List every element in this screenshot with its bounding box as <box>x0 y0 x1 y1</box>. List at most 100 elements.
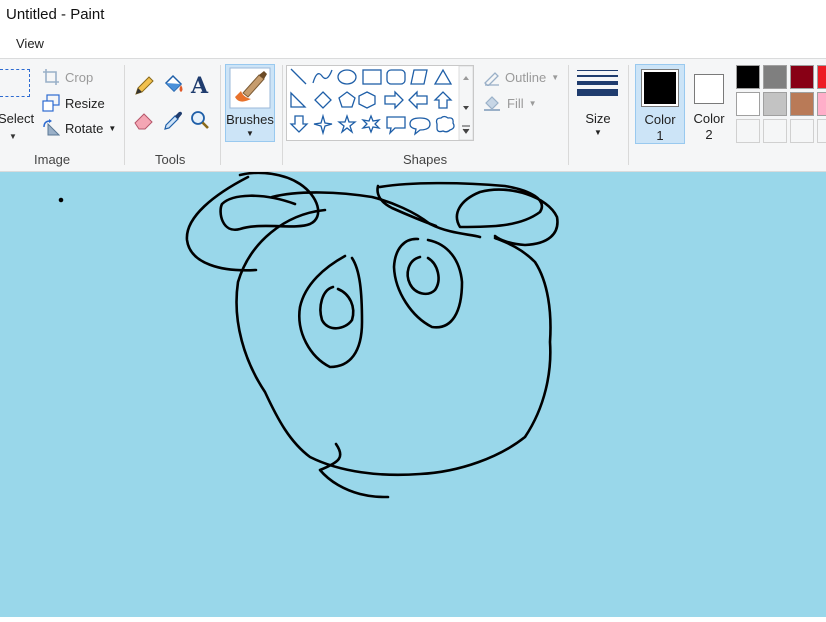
pencil-icon[interactable] <box>133 75 155 97</box>
resize-button[interactable]: Resize <box>42 94 105 112</box>
rounded-rectangle-shape-icon <box>386 69 406 85</box>
five-point-star-shape-icon <box>337 113 357 134</box>
size-dropdown-arrow-icon: ▼ <box>594 128 602 137</box>
menu-bar: View <box>0 30 826 58</box>
crop-icon <box>43 69 59 85</box>
fill-label: Fill <box>507 95 524 111</box>
drawing <box>58 171 559 499</box>
stroke-left-ear-outer <box>185 175 258 272</box>
tools-group-label: Tools <box>155 152 186 167</box>
stroke-left-ear-lobe <box>219 171 320 231</box>
left-arrow-shape-icon <box>408 90 428 110</box>
stroke-left-eye-inner <box>319 285 355 330</box>
right-triangle-shape-icon <box>290 91 307 108</box>
color1-label-line2: 1 <box>656 128 664 143</box>
palette-swatch[interactable] <box>763 119 787 143</box>
size-lines-icon <box>577 70 618 96</box>
palette-swatch[interactable] <box>736 65 760 89</box>
fill-dropdown-arrow-icon: ▼ <box>528 98 537 108</box>
color2-swatch <box>697 77 721 101</box>
palette-swatch[interactable] <box>790 65 814 89</box>
select-label: Select <box>0 111 35 126</box>
separator <box>220 65 221 165</box>
palette-swatch[interactable] <box>763 65 787 89</box>
size-button[interactable]: Size ▼ <box>574 64 622 149</box>
resize-icon <box>42 94 60 112</box>
stroke-right-eye-outer <box>392 237 464 329</box>
size-label: Size <box>585 111 611 126</box>
color-picker-icon[interactable] <box>162 109 184 131</box>
palette-swatch[interactable] <box>817 65 826 89</box>
crop-button[interactable]: Crop <box>42 68 93 86</box>
curve-shape-icon <box>312 69 333 84</box>
down-arrow-shape-icon <box>289 115 309 133</box>
drawing-canvas[interactable] <box>0 171 826 617</box>
four-point-star-shape-icon <box>313 113 333 136</box>
separator <box>282 65 283 165</box>
separator <box>628 65 629 165</box>
up-arrow-shape-icon <box>433 91 453 109</box>
color2-label-line1: Color <box>693 111 725 126</box>
triangle-shape-icon <box>433 68 453 85</box>
hexagon-shape-icon <box>358 91 376 109</box>
outline-dropdown-arrow-icon: ▼ <box>551 72 560 82</box>
separator <box>124 65 125 165</box>
select-button[interactable]: Select <box>0 111 34 126</box>
palette-swatch[interactable] <box>763 92 787 116</box>
shapes-grid <box>289 65 474 141</box>
oval-callout-shape-icon <box>409 117 431 136</box>
palette-swatch[interactable] <box>817 92 826 116</box>
shapes-gallery <box>286 65 474 141</box>
polygon-shape-icon <box>410 69 428 85</box>
diamond-shape-icon <box>314 91 332 109</box>
stroke-right-eye-inner <box>406 255 440 296</box>
brush-icon <box>229 67 271 109</box>
stroke-head-body <box>235 208 552 477</box>
rotate-button[interactable]: Rotate ▼ <box>42 119 116 137</box>
fill-shape-icon <box>484 96 500 111</box>
brushes-button[interactable]: Brushes ▼ <box>225 64 275 142</box>
eraser-icon[interactable] <box>133 109 155 131</box>
shapes-group-label: Shapes <box>403 152 448 167</box>
fill-button[interactable]: Fill ▼ <box>482 94 537 112</box>
palette-swatch[interactable] <box>790 119 814 143</box>
window-title: Untitled - Paint <box>6 6 105 23</box>
title-bar: Untitled - Paint <box>0 0 826 30</box>
brushes-label: Brushes <box>226 112 274 127</box>
outline-label: Outline <box>505 69 547 85</box>
menu-view[interactable]: View <box>16 36 44 51</box>
palette-swatch[interactable] <box>736 92 760 116</box>
cloud-callout-shape-icon <box>435 115 455 133</box>
resize-label: Resize <box>65 95 105 111</box>
image-group-label: Image <box>34 152 71 167</box>
outline-button[interactable]: Outline ▼ <box>482 68 559 86</box>
rotate-dropdown-arrow-icon[interactable]: ▼ <box>108 124 116 133</box>
right-arrow-shape-icon <box>384 90 404 110</box>
oval-shape-icon <box>337 69 357 85</box>
magnifier-icon[interactable] <box>189 109 211 131</box>
rotate-icon <box>43 119 60 136</box>
color2-label-line2: 2 <box>705 127 713 142</box>
outline-icon <box>484 72 499 86</box>
svg-text:A: A <box>190 74 209 96</box>
color1-button[interactable]: Color 1 <box>635 64 685 144</box>
crop-label: Crop <box>65 69 94 85</box>
fill-bucket-icon[interactable] <box>161 73 185 97</box>
line-shape-icon <box>290 68 307 85</box>
palette-swatch[interactable] <box>817 119 826 143</box>
brushes-dropdown-arrow-icon: ▼ <box>246 129 254 138</box>
palette-swatch[interactable] <box>790 92 814 116</box>
rotate-label: Rotate <box>65 120 104 136</box>
select-dropdown-arrow-icon[interactable]: ▼ <box>9 132 17 141</box>
color2-button[interactable]: Color 2 <box>685 64 735 144</box>
select-icon[interactable] <box>0 69 30 97</box>
rectangle-shape-icon <box>362 69 382 85</box>
pentagon-shape-icon <box>338 91 356 108</box>
color1-label-line1: Color <box>644 112 676 127</box>
color1-swatch <box>644 72 676 104</box>
rect-callout-shape-icon <box>386 116 406 135</box>
stroke-dot <box>58 197 64 203</box>
palette-swatch[interactable] <box>736 119 760 143</box>
ribbon: Select ▼ Crop Resize Rotate ▼ Image A To… <box>0 58 826 172</box>
text-tool-icon[interactable]: A <box>189 74 211 96</box>
